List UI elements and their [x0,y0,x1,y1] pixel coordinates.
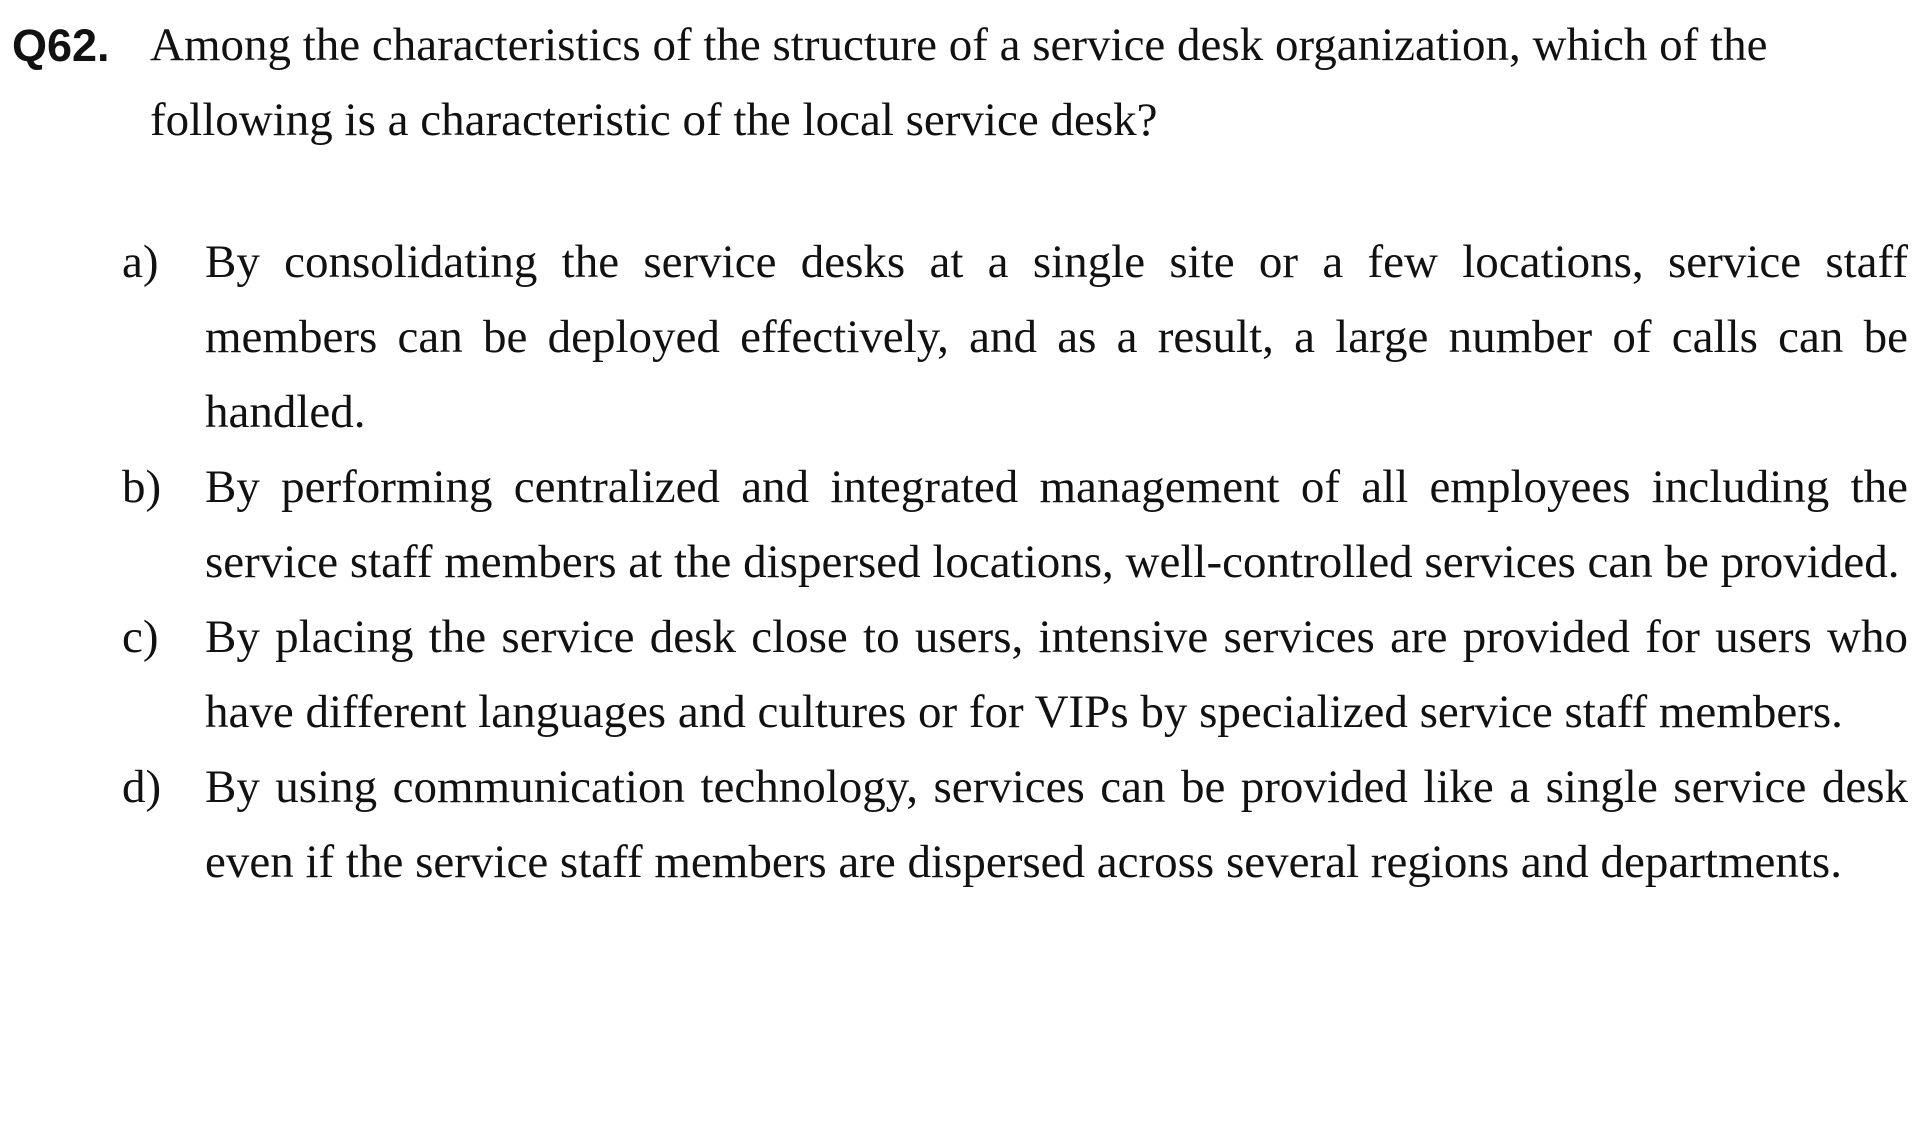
option-a: a) By consolidating the service desks at… [122,225,1908,450]
question-block: Q62. Among the characteristics of the st… [12,8,1912,158]
option-c-text: By placing the service desk close to use… [205,611,1908,738]
option-d: d) By using communication technology, se… [122,750,1908,900]
option-b-text: By performing centralized and integrated… [205,461,1908,588]
question-number: Q62. [12,20,110,71]
answer-options: a) By consolidating the service desks at… [122,225,1908,900]
option-b: b) By performing centralized and integra… [122,450,1908,600]
option-d-letter: d) [122,761,162,813]
question-header: Q62. Among the characteristics of the st… [12,8,1912,158]
option-d-text: By using communication technology, servi… [205,761,1908,888]
option-c: c) By placing the service desk close to … [122,600,1908,750]
option-c-letter: c) [122,611,159,663]
option-b-letter: b) [122,461,162,513]
option-a-text: By consolidating the service desks at a … [205,236,1908,438]
question-stem: Among the characteristics of the structu… [150,19,1768,146]
exam-page: Q62. Among the characteristics of the st… [0,0,1926,1130]
option-a-letter: a) [122,236,159,288]
